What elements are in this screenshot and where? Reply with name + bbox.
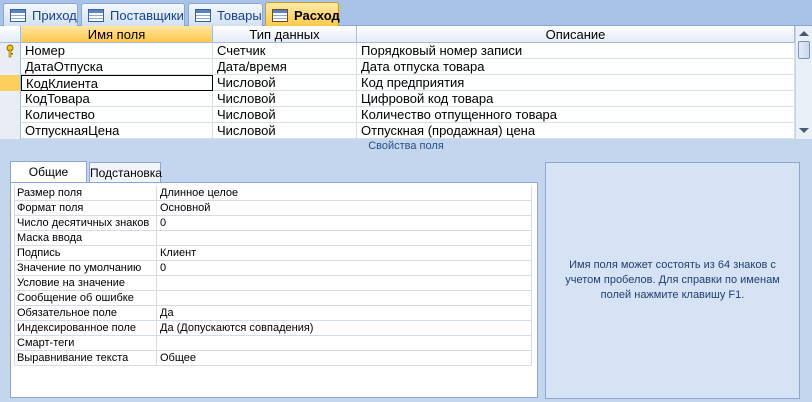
property-value[interactable]: Общее (157, 351, 532, 366)
data-type-cell[interactable]: Счетчик (213, 43, 357, 59)
table-row[interactable]: Количество Числовой Количество отпущенно… (0, 107, 795, 123)
property-value[interactable] (157, 291, 532, 306)
property-row[interactable]: Значение по умолчанию 0 (14, 261, 532, 276)
table-row[interactable]: ДатаОтпуска Дата/время Дата отпуска това… (0, 59, 795, 75)
table-icon (272, 8, 288, 22)
property-label: Обязательное поле (14, 306, 157, 321)
data-type-cell[interactable]: Числовой (213, 91, 357, 107)
table-icon (10, 8, 26, 22)
property-label: Выравнивание текста (14, 351, 157, 366)
property-value[interactable]: 0 (157, 216, 532, 231)
row-selector[interactable] (0, 91, 21, 107)
property-value[interactable] (157, 276, 532, 291)
key-icon (6, 44, 14, 58)
property-row[interactable]: Число десятичных знаков 0 (14, 216, 532, 231)
property-label: Подпись (14, 246, 157, 261)
property-label: Значение по умолчанию (14, 261, 157, 276)
scrollbar-thumb[interactable] (798, 41, 810, 59)
property-row[interactable]: Выравнивание текста Общее (14, 351, 532, 366)
property-row[interactable]: Подпись Клиент (14, 246, 532, 261)
property-label: Маска ввода (14, 231, 157, 246)
table-row[interactable]: КодТовара Числовой Цифровой код товара (0, 91, 795, 107)
tab-tovary[interactable]: Товары (188, 3, 263, 26)
data-type-cell[interactable]: Числовой (213, 107, 357, 123)
field-definition-grid: Имя поля Тип данных Описание Номер Счетч… (0, 26, 812, 139)
scroll-up-arrow-icon[interactable] (799, 31, 809, 36)
property-value[interactable]: Длинное целое (157, 186, 532, 201)
row-selector-header[interactable] (0, 26, 21, 43)
field-properties-grid: Размер поля Длинное целое Формат поля Ос… (10, 182, 538, 398)
property-value[interactable]: Да (Допускаются совпадения) (157, 321, 532, 336)
property-value[interactable]: Основной (157, 201, 532, 216)
table-icon (195, 8, 211, 22)
description-cell[interactable]: Количество отпущенного товара (357, 107, 795, 123)
tab-label: Приход (32, 7, 77, 23)
row-selector[interactable] (0, 107, 21, 123)
tab-rashod[interactable]: Расход (265, 2, 340, 27)
property-label: Сообщение об ошибке (14, 291, 157, 306)
table-row[interactable]: Номер Счетчик Порядковый номер записи (0, 43, 795, 59)
property-row[interactable]: Индексированное поле Да (Допускаются сов… (14, 321, 532, 336)
row-selector[interactable] (0, 123, 21, 139)
tab-general[interactable]: Общие (10, 161, 87, 183)
property-value[interactable]: 0 (157, 261, 532, 276)
help-text: Имя поля может состоять из 64 знаков с у… (565, 259, 780, 301)
column-header-data-type[interactable]: Тип данных (213, 26, 357, 43)
field-name-cell[interactable]: ОтпускнаяЦена (21, 123, 213, 139)
property-label: Индексированное поле (14, 321, 157, 336)
description-cell[interactable]: Цифровой код товара (357, 91, 795, 107)
property-label: Смарт-теги (14, 336, 157, 351)
row-selector[interactable] (0, 43, 21, 59)
column-header-description[interactable]: Описание (357, 26, 795, 43)
description-cell[interactable]: Отпускная (продажная) цена (357, 123, 795, 139)
property-row[interactable]: Размер поля Длинное целое (14, 186, 532, 201)
data-type-cell[interactable]: Дата/время (213, 59, 357, 75)
data-type-cell[interactable]: Числовой (213, 123, 357, 139)
help-panel: Имя поля может состоять из 64 знаков с у… (545, 162, 800, 399)
table-icon (88, 8, 104, 22)
property-row[interactable]: Формат поля Основной (14, 201, 532, 216)
description-cell[interactable]: Порядковый номер записи (357, 43, 795, 59)
field-properties-title: Свойства поля (368, 140, 444, 152)
field-name-input[interactable]: КодКлиента (21, 75, 213, 91)
column-header-field-name[interactable]: Имя поля (21, 26, 213, 43)
field-name-cell[interactable]: ДатаОтпуска (21, 59, 213, 75)
tab-label: Поставщики (110, 7, 184, 23)
tab-label: Товары (217, 7, 262, 23)
property-label: Размер поля (14, 186, 157, 201)
property-label: Условие на значение (14, 276, 157, 291)
property-row[interactable]: Сообщение об ошибке (14, 291, 532, 306)
tab-prihod[interactable]: Приход (3, 3, 78, 26)
field-name-cell[interactable]: Номер (21, 43, 213, 59)
description-cell[interactable]: Дата отпуска товара (357, 59, 795, 75)
table-row[interactable]: ОтпускнаяЦена Числовой Отпускная (продаж… (0, 123, 795, 139)
property-row[interactable]: Обязательное поле Да (14, 306, 532, 321)
property-label: Число десятичных знаков (14, 216, 157, 231)
vertical-scrollbar[interactable] (795, 26, 812, 139)
property-row[interactable]: Маска ввода (14, 231, 532, 246)
property-value[interactable] (157, 231, 532, 246)
tab-postavshchiki[interactable]: Поставщики (81, 3, 185, 26)
property-label: Формат поля (14, 201, 157, 216)
tab-lookup[interactable]: Подстановка (89, 162, 162, 183)
scroll-down-arrow-icon[interactable] (799, 128, 809, 133)
description-cell[interactable]: Код предприятия (357, 75, 795, 91)
field-name-cell[interactable]: КодТовара (21, 91, 213, 107)
property-value[interactable]: Клиент (157, 246, 532, 261)
property-row[interactable]: Смарт-теги (14, 336, 532, 351)
row-selector[interactable] (0, 59, 21, 75)
property-value[interactable]: Да (157, 306, 532, 321)
field-name-cell[interactable]: Количество (21, 107, 213, 123)
property-value[interactable] (157, 336, 532, 351)
property-row[interactable]: Условие на значение (14, 276, 532, 291)
data-type-cell[interactable]: Числовой (213, 75, 357, 91)
table-row-current[interactable]: КодКлиента Числовой Код предприятия (0, 75, 795, 91)
tab-label: Расход (294, 7, 340, 23)
object-tab-bar: Приход Поставщики Товары Расход (0, 0, 812, 27)
row-selector[interactable] (0, 75, 21, 91)
